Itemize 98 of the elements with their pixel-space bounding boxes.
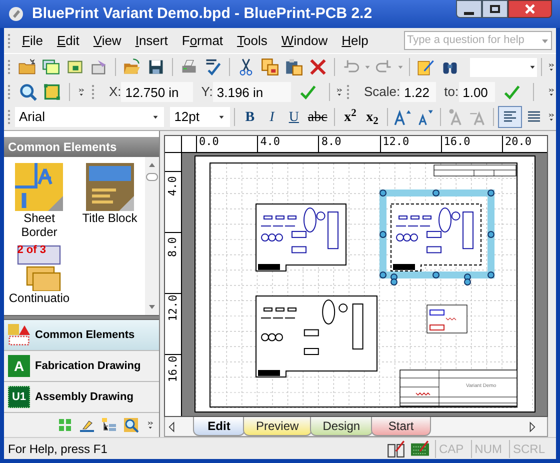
chip-badge: U1 (8, 386, 30, 408)
ruler-label: 4.0 (165, 171, 181, 199)
grow-font-icon[interactable] (394, 108, 412, 126)
ruler-label: 16.0 (165, 354, 181, 382)
new-folder-icon[interactable] (18, 58, 36, 76)
tab[interactable]: Preview (243, 417, 312, 436)
font-combo-box[interactable]: Arial (15, 107, 164, 127)
menu-item[interactable]: Window (274, 28, 335, 52)
superscript-button[interactable]: x$^{2}$ (339, 107, 362, 127)
value-field[interactable]: 12.750 in (121, 82, 194, 102)
panel-header: Common Elements (4, 137, 159, 157)
title-block-icon (86, 163, 134, 211)
book-icon[interactable] (386, 440, 405, 458)
copy-icon[interactable] (261, 58, 279, 76)
sheet-border-icon (15, 163, 64, 211)
palette-item-label: Title Block (81, 211, 138, 225)
status-text: For Help, press F1 (8, 440, 108, 458)
size-combo-box[interactable]: 12pt (170, 107, 230, 127)
window-icon[interactable] (66, 58, 84, 76)
nav-button[interactable]: U1 Assembly Drawing (4, 382, 159, 413)
app-icon (8, 6, 24, 22)
tab[interactable]: Design (310, 417, 374, 436)
palette-item[interactable]: Sheet Border (4, 163, 74, 243)
tab[interactable]: Edit (193, 417, 245, 436)
strikethrough-button[interactable]: abc (304, 107, 330, 127)
palette-item[interactable]: Title Block (74, 163, 145, 243)
paste-icon[interactable] (285, 58, 303, 76)
close-button[interactable] (508, 0, 552, 18)
field-label: X: (109, 83, 122, 102)
menu-item[interactable]: Format (174, 28, 230, 52)
menu-item[interactable]: File (15, 28, 50, 52)
status-indicator: SCRL (508, 440, 548, 458)
circuit-board-drawing[interactable] (256, 204, 346, 272)
maximize-button[interactable] (482, 0, 508, 18)
scroll-down-icon[interactable] (148, 303, 156, 311)
palette-item[interactable]: 2 of 3 Continuatio (4, 243, 74, 305)
status-indicator: CAP (434, 440, 467, 458)
value-field[interactable]: 1.00 (458, 82, 495, 102)
check-icon[interactable] (502, 83, 521, 101)
fit-page-icon[interactable] (43, 83, 61, 101)
menu-item[interactable]: Tools (230, 28, 274, 52)
subscript-button[interactable]: x$_{2}$ (361, 107, 384, 127)
ruler-label: 4.0 (257, 136, 280, 152)
ruler-label: 16.0 (440, 136, 470, 152)
help-search-field[interactable]: Type a question for help (404, 31, 552, 50)
menu-item[interactable]: Insert (128, 28, 175, 52)
scissors-icon[interactable] (237, 58, 255, 76)
tree-view-icon[interactable] (101, 417, 117, 433)
ruler-label: 8.0 (318, 136, 342, 152)
menu-item[interactable]: View (86, 28, 128, 52)
pencil-notepad-icon[interactable] (417, 58, 435, 76)
letter-badge: A (8, 355, 30, 377)
nav-button[interactable]: A Fabrication Drawing (4, 351, 159, 382)
field-label: Scale: (364, 83, 400, 102)
close-icon[interactable] (524, 4, 536, 14)
circuit-board-drawing[interactable] (256, 296, 378, 378)
magnifier-icon[interactable] (19, 83, 37, 101)
open-folder-icon[interactable] (123, 58, 141, 76)
menu-item[interactable]: Edit (50, 28, 86, 52)
value-field[interactable]: 1.22 (400, 82, 436, 102)
ruler-label: 8.0 (165, 232, 181, 260)
ruler-label: 12.0 (380, 136, 410, 152)
nav-button[interactable]: Common Elements (4, 320, 159, 351)
title-block[interactable] (434, 164, 516, 176)
magnifier-icon[interactable] (123, 417, 139, 433)
page-count-label: 2 of 3 (17, 245, 46, 256)
window-title: BluePrint Variant Demo.bpd - BluePrint-PCB 2.2 (32, 4, 372, 24)
ruler-label: 12.0 (165, 293, 181, 321)
spellcheck-icon[interactable] (204, 58, 222, 76)
field-label: Y: (201, 83, 213, 102)
properties-icon[interactable] (90, 58, 108, 76)
underline-button[interactable]: U (282, 107, 305, 127)
menu-item[interactable]: Help (334, 28, 376, 52)
bold-button[interactable]: B (238, 107, 261, 127)
circuit-board-icon[interactable] (408, 440, 431, 458)
ruler-label: 20.0 (502, 136, 532, 152)
minimize-button[interactable] (456, 0, 482, 18)
status-indicator: NUM (470, 440, 505, 458)
delete-icon[interactable] (309, 58, 327, 76)
legend-drawing[interactable] (426, 304, 468, 334)
ruler-label: 0.0 (196, 136, 219, 152)
check-icon[interactable] (298, 83, 317, 101)
field-label: to: (444, 83, 459, 102)
circuit-board-drawing[interactable] (380, 190, 494, 286)
scrollbar[interactable] (145, 157, 159, 315)
shrink-font-icon[interactable] (416, 108, 434, 126)
palette-item-label: Continuatio (8, 291, 71, 305)
stacked-windows-icon[interactable] (42, 58, 60, 76)
align-left-button[interactable] (498, 106, 522, 128)
italic-button[interactable]: I (260, 107, 283, 127)
tab[interactable]: Start (371, 417, 432, 436)
pages-icon (15, 243, 64, 291)
value-field[interactable]: 3.196 in (212, 82, 291, 102)
palette-item-label: Sheet Border (20, 211, 58, 239)
scroll-thumb[interactable] (146, 173, 158, 181)
elements-icon (8, 324, 30, 346)
title-block[interactable] (400, 370, 518, 406)
scroll-up-icon[interactable] (148, 161, 156, 169)
